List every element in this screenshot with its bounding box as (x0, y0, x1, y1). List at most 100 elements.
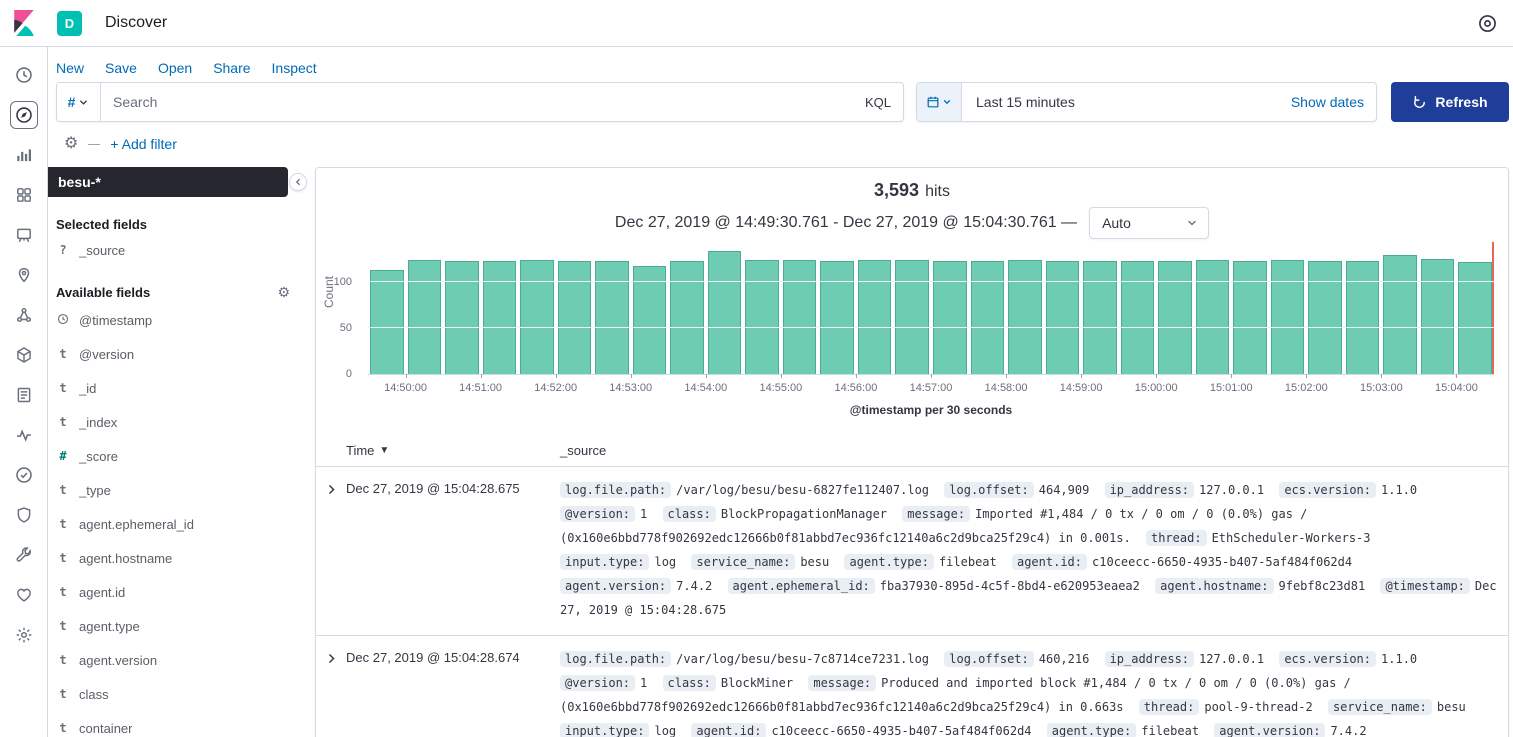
nav-apm[interactable] (10, 421, 38, 449)
time-range-value[interactable]: Last 15 minutes (962, 83, 1075, 121)
histogram-bar[interactable] (1196, 260, 1230, 374)
histogram-bar[interactable] (370, 270, 404, 374)
field-item[interactable]: tclass (48, 677, 298, 711)
menu-new[interactable]: New (56, 60, 84, 76)
histogram-bar[interactable] (783, 260, 817, 374)
x-axis-tick-label: 14:58:00 (985, 382, 1028, 394)
saved-query-menu-button[interactable]: # (57, 83, 101, 121)
histogram-bar[interactable] (1308, 261, 1342, 374)
histogram-bar[interactable] (1421, 259, 1455, 374)
nav-stack-monitoring[interactable] (10, 581, 38, 609)
field-item[interactable]: @timestamp (48, 303, 298, 337)
nav-logs[interactable] (10, 381, 38, 409)
collapse-sidebar-button[interactable] (289, 173, 307, 191)
field-name: _source (79, 243, 125, 258)
histogram-bar[interactable] (895, 260, 929, 374)
filter-settings-gear-icon[interactable]: ⚙ (64, 136, 78, 152)
histogram-bar[interactable] (1083, 261, 1117, 374)
source-column-header[interactable]: _source (560, 443, 1508, 458)
circle-icon[interactable] (1478, 14, 1497, 33)
histogram-bar[interactable] (1008, 260, 1042, 374)
row-time: Dec 27, 2019 @ 15:04:28.674 (346, 647, 560, 737)
nav-machine-learning[interactable] (10, 301, 38, 329)
histogram-bar[interactable] (1121, 261, 1155, 374)
field-item[interactable]: t@version (48, 337, 298, 371)
interval-select[interactable]: Auto (1089, 207, 1209, 239)
histogram-bar[interactable] (1458, 262, 1492, 374)
histogram-bar[interactable] (1383, 255, 1417, 374)
histogram-bar[interactable] (1233, 261, 1267, 374)
x-axis-tick (781, 374, 782, 378)
nav-canvas[interactable] (10, 221, 38, 249)
histogram-bar[interactable] (1271, 260, 1305, 374)
histogram-bar[interactable] (408, 260, 442, 374)
space-badge[interactable]: D (57, 11, 82, 36)
histogram-bar[interactable] (595, 261, 629, 374)
nav-uptime[interactable] (10, 461, 38, 489)
add-filter-link[interactable]: + Add filter (110, 136, 177, 152)
field-item[interactable]: t_id (48, 371, 298, 405)
histogram-bar[interactable] (1046, 261, 1080, 374)
field-name-badge: @timestamp: (1380, 578, 1469, 594)
kql-language-button[interactable]: KQL (853, 83, 903, 121)
histogram-bar[interactable] (858, 260, 892, 374)
nav-management[interactable] (10, 621, 38, 649)
histogram-bars[interactable] (368, 242, 1494, 374)
field-item[interactable]: tagent.id (48, 575, 298, 609)
nav-dashboard[interactable] (10, 181, 38, 209)
refresh-button[interactable]: Refresh (1391, 82, 1509, 122)
histogram-bar[interactable] (708, 251, 742, 374)
field-item[interactable]: tagent.hostname (48, 541, 298, 575)
expand-row-button[interactable] (316, 478, 346, 622)
field-settings-gear-icon[interactable]: ⚙ (277, 285, 290, 299)
y-axis-tick-label: 0 (346, 368, 352, 380)
nav-recently-viewed[interactable] (10, 61, 38, 89)
field-name-badge: log.file.path: (560, 651, 671, 667)
nav-discover[interactable] (10, 101, 38, 129)
hash-icon: # (68, 94, 76, 110)
kibana-logo[interactable] (0, 10, 48, 36)
field-item[interactable]: tagent.type (48, 609, 298, 643)
field-name-badge: class: (663, 675, 716, 691)
nav-maps[interactable] (10, 261, 38, 289)
histogram-bar[interactable] (820, 261, 854, 374)
histogram-bar[interactable] (1346, 261, 1380, 374)
histogram-bar[interactable] (971, 261, 1005, 374)
histogram-bar[interactable] (670, 261, 704, 374)
time-column-header[interactable]: Time ▼ (346, 443, 560, 458)
nav-visualize[interactable] (10, 141, 38, 169)
nav-dev-tools[interactable] (10, 541, 38, 569)
field-item[interactable]: t_type (48, 473, 298, 507)
menu-share[interactable]: Share (213, 60, 250, 76)
histogram-bar[interactable] (745, 260, 779, 374)
search-input[interactable] (101, 83, 853, 121)
menu-open[interactable]: Open (158, 60, 192, 76)
field-name-badge: message: (902, 506, 970, 522)
document-lines-icon (15, 386, 33, 404)
date-picker-group: Last 15 minutes Show dates (916, 82, 1377, 122)
field-value: 1 (640, 507, 647, 521)
field-item[interactable]: t_index (48, 405, 298, 439)
histogram-bar[interactable] (445, 261, 479, 374)
nav-siem[interactable] (10, 501, 38, 529)
field-item[interactable]: tagent.version (48, 643, 298, 677)
expand-row-button[interactable] (316, 647, 346, 737)
nav-metrics[interactable] (10, 341, 38, 369)
field-type-icon: # (56, 449, 70, 463)
field-item[interactable]: tcontainer (48, 711, 298, 737)
histogram-bar[interactable] (520, 260, 554, 374)
show-dates-link[interactable]: Show dates (1279, 83, 1376, 121)
menu-inspect[interactable]: Inspect (272, 60, 317, 76)
calendar-button[interactable] (917, 83, 962, 121)
histogram-bar[interactable] (1158, 261, 1192, 374)
index-pattern-selector[interactable]: besu-* (48, 167, 288, 197)
field-item[interactable]: ?_source (48, 235, 298, 265)
menu-save[interactable]: Save (105, 60, 137, 76)
histogram-bar[interactable] (933, 261, 967, 374)
histogram-bar[interactable] (633, 266, 667, 374)
field-value: 127.0.0.1 (1199, 483, 1264, 497)
histogram-bar[interactable] (558, 261, 592, 374)
field-item[interactable]: #_score (48, 439, 298, 473)
histogram-bar[interactable] (483, 261, 517, 374)
field-item[interactable]: tagent.ephemeral_id (48, 507, 298, 541)
